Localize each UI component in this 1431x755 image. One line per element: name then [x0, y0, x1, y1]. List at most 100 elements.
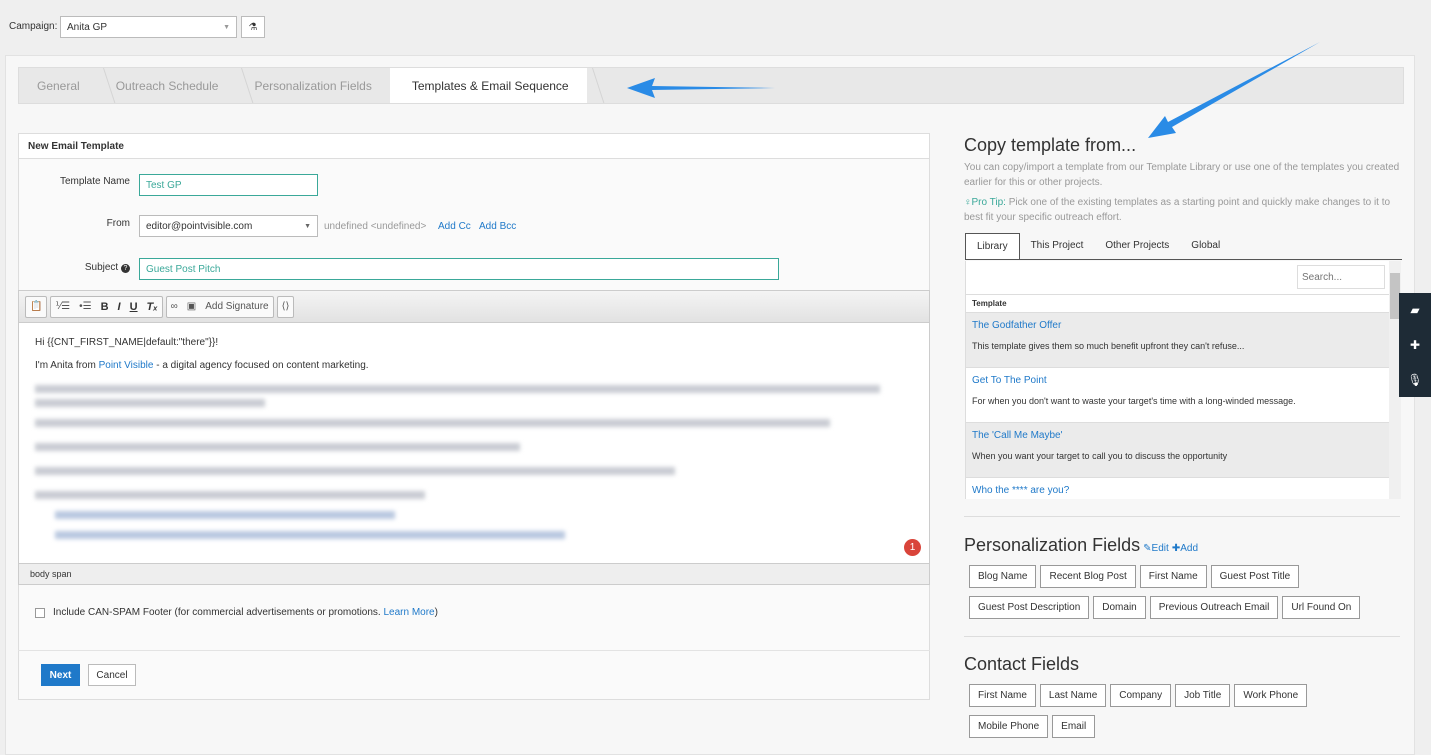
tab-personalization-fields[interactable]: Personalization Fields: [236, 68, 389, 103]
blurred-text: [35, 491, 425, 499]
template-row[interactable]: Who the **** are you?: [966, 477, 1389, 499]
contact-tags: First Name Last Name Company Job Title Work …: [969, 684, 1389, 746]
tab-this-project[interactable]: This Project: [1020, 233, 1095, 259]
template-list: Template The Godfather Offer This templat…: [965, 261, 1389, 499]
tab-general[interactable]: General: [19, 68, 98, 103]
tab-other-projects[interactable]: Other Projects: [1094, 233, 1180, 259]
template-name-label: Template Name: [59, 176, 130, 187]
field-tag[interactable]: Blog Name: [969, 565, 1037, 588]
italic-icon[interactable]: I: [118, 301, 121, 313]
point-visible-link[interactable]: Point Visible: [99, 360, 154, 371]
paste-icon: 📋: [30, 301, 43, 312]
underline-icon[interactable]: U: [130, 301, 138, 313]
error-badge[interactable]: 1: [904, 539, 921, 556]
contact-fields-title: Contact Fields: [964, 654, 1080, 674]
email-body-editor[interactable]: Hi {{CNT_FIRST_NAME|default:"there"}}! I…: [18, 323, 930, 563]
bullet-list-icon[interactable]: •☰: [79, 301, 91, 312]
field-tag[interactable]: Url Found On: [1282, 596, 1361, 619]
canspam-checkbox[interactable]: [35, 607, 45, 618]
field-tag[interactable]: Email: [1052, 715, 1096, 738]
paste-button[interactable]: 📋: [25, 295, 48, 318]
link-icon[interactable]: ∞: [171, 301, 178, 312]
blurred-text: [35, 419, 830, 427]
cancel-button[interactable]: Cancel: [88, 664, 136, 686]
field-tag[interactable]: Previous Outreach Email: [1149, 596, 1279, 619]
blurred-text: [35, 467, 675, 475]
annotation-arrows: [627, 42, 1320, 138]
personalization-title: Personalization Fields: [964, 535, 1141, 555]
learn-more-link[interactable]: Learn More: [383, 607, 434, 618]
pro-tip-text: Pick one of the existing templates as a …: [964, 197, 1391, 223]
tab-outreach-schedule[interactable]: Outreach Schedule: [98, 68, 237, 103]
field-tag[interactable]: First Name: [969, 684, 1036, 707]
field-tag[interactable]: Domain: [1093, 596, 1146, 619]
panel-title: New Email Template: [19, 134, 929, 159]
field-tag[interactable]: First Name: [1139, 565, 1207, 588]
template-desc: When you want your target to call you to…: [972, 451, 1228, 461]
campaign-value: Anita GP: [67, 21, 108, 33]
pro-tip-label: Pro Tip:: [971, 197, 1006, 208]
field-tag[interactable]: Mobile Phone: [969, 715, 1049, 738]
blurred-text: [35, 399, 265, 407]
arrow-left-icon: [627, 78, 775, 98]
field-tag[interactable]: Recent Blog Post: [1040, 565, 1136, 588]
microphone-icon[interactable]: 🎙: [1407, 373, 1422, 387]
flask-button[interactable]: ⚗: [241, 16, 265, 38]
from-extra: undefined <undefined>: [324, 221, 427, 232]
tab-global[interactable]: Global: [1180, 233, 1231, 259]
field-tag[interactable]: Last Name: [1039, 684, 1107, 707]
clear-format-icon[interactable]: Tₓ: [147, 301, 158, 313]
source-code-icon: ⟨⟩: [281, 301, 290, 312]
canspam-label: Include CAN-SPAM Footer (for commercial …: [53, 607, 381, 618]
book-icon[interactable]: ▰: [1410, 303, 1419, 317]
help-icon: ?: [121, 264, 130, 273]
template-row[interactable]: The 'Call Me Maybe' When you want your ta…: [966, 422, 1389, 477]
field-tag[interactable]: Work Phone: [1234, 684, 1308, 707]
template-name[interactable]: Get To The Point: [972, 375, 1383, 386]
template-name[interactable]: Who the **** are you?: [972, 485, 1383, 496]
edit-fields-link[interactable]: ✎Edit: [1143, 543, 1169, 554]
numbered-list-icon[interactable]: ⅟☰: [55, 301, 70, 312]
divider: [964, 516, 1400, 517]
editor-status-path: body span: [18, 563, 930, 585]
template-name[interactable]: The 'Call Me Maybe': [972, 430, 1383, 441]
divider: [964, 636, 1400, 637]
ambulance-icon[interactable]: ✚: [1410, 338, 1420, 352]
chevron-down-icon: ▼: [304, 222, 311, 230]
floating-sidebar: ▰ ✚ 🎙: [1399, 293, 1431, 397]
body-intro: I'm Anita from: [35, 360, 99, 371]
field-tag[interactable]: Job Title: [1175, 684, 1231, 707]
tab-templates[interactable]: Templates & Email Sequence: [389, 68, 587, 103]
add-cc-link[interactable]: Add Cc: [438, 221, 471, 232]
template-name-input[interactable]: Test GP: [139, 174, 318, 196]
image-icon[interactable]: ▣: [187, 301, 196, 312]
from-select[interactable]: editor@pointvisible.com ▼: [139, 215, 318, 237]
next-button[interactable]: Next: [41, 664, 80, 686]
subject-input[interactable]: Guest Post Pitch: [139, 258, 779, 280]
field-tag[interactable]: Guest Post Description: [969, 596, 1090, 619]
subject-label: Subject: [84, 262, 119, 273]
blurred-text: [55, 531, 565, 539]
arrow-diagonal-icon: [1148, 42, 1320, 138]
campaign-select[interactable]: Anita GP ▼: [60, 16, 237, 38]
template-row[interactable]: The Godfather Offer This template gives t…: [966, 312, 1389, 367]
tab-library[interactable]: Library: [965, 233, 1020, 259]
campaign-label: Campaign:: [9, 21, 58, 32]
template-name[interactable]: The Godfather Offer: [972, 320, 1383, 331]
divider: [18, 650, 930, 651]
chevron-down-icon: ▼: [223, 23, 230, 31]
bold-icon[interactable]: B: [101, 301, 109, 313]
add-signature-button[interactable]: Add Signature: [205, 301, 268, 312]
source-button[interactable]: ⟨⟩: [276, 295, 295, 318]
field-tag[interactable]: Company: [1110, 684, 1172, 707]
field-tag[interactable]: Guest Post Title: [1210, 565, 1300, 588]
add-field-link[interactable]: ✚Add: [1172, 543, 1198, 554]
copy-template-title: Copy template from...: [964, 135, 1137, 155]
template-row[interactable]: Get To The Point For when you don't want …: [966, 367, 1389, 422]
body-greeting: Hi {{CNT_FIRST_NAME|default:"there"}}!: [35, 337, 219, 348]
from-value: editor@pointvisible.com: [146, 220, 253, 232]
editor-toolbar: 📋 ⅟☰ •☰ B I U Tₓ ∞ ▣ Add Signature ⟨⟩: [18, 290, 930, 323]
template-search-input[interactable]: [1297, 265, 1385, 289]
body-intro-rest: - a digital agency focused on content ma…: [153, 360, 369, 371]
add-bcc-link[interactable]: Add Bcc: [479, 221, 516, 232]
